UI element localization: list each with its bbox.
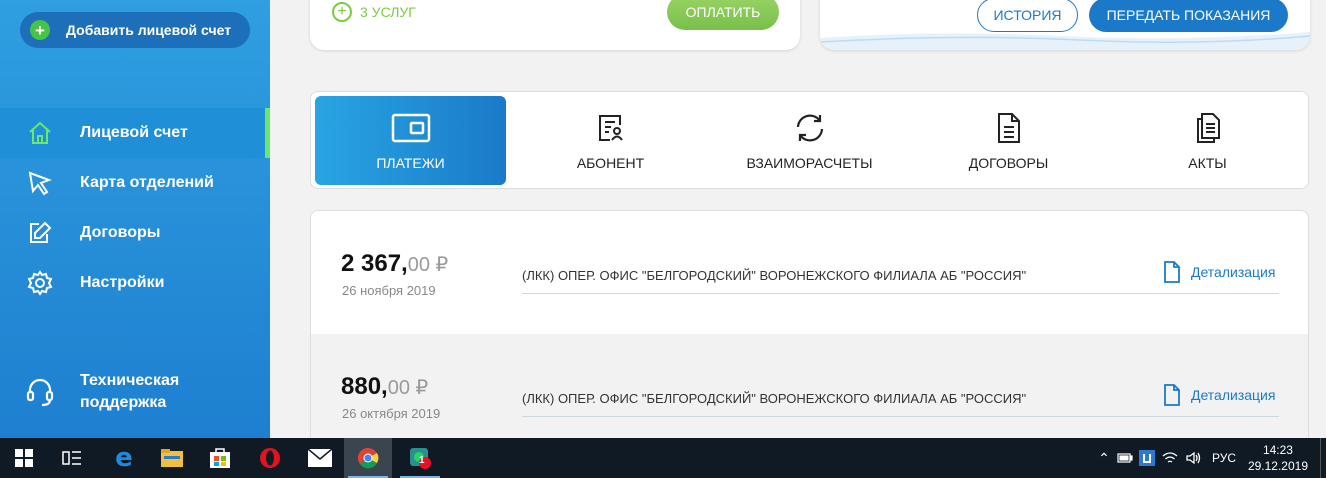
show-desktop[interactable] bbox=[1320, 438, 1326, 478]
submit-readings-button[interactable]: ПЕРЕДАТЬ ПОКАЗАНИЯ bbox=[1089, 0, 1288, 32]
tab-label: АКТЫ bbox=[1188, 155, 1227, 171]
sidebar: + Добавить лицевой счет Лицевой счет Кар… bbox=[0, 0, 270, 438]
plus-icon: + bbox=[30, 20, 50, 40]
mail-icon[interactable] bbox=[296, 438, 344, 478]
detail-link[interactable]: Детализация bbox=[1163, 261, 1275, 283]
tab-acts[interactable]: АКТЫ bbox=[1112, 96, 1303, 185]
payment-date: 26 октября 2019 bbox=[342, 406, 441, 421]
gear-icon bbox=[25, 268, 55, 298]
tab-label: ВЗАИМОРАСЧЕТЫ bbox=[746, 155, 873, 171]
tabs-bar: ПЛАТЕЖИ АБОНЕНТ ВЗАИМОРАСЧЕТЫ ДОГОВОРЫ А… bbox=[310, 91, 1309, 189]
document-icon bbox=[1164, 261, 1180, 283]
sidebar-item-map[interactable]: Карта отделений bbox=[0, 158, 270, 208]
sidebar-item-label: Настройки bbox=[80, 274, 165, 291]
task-view-icon[interactable] bbox=[48, 438, 96, 478]
tab-label: АБОНЕНТ bbox=[576, 155, 645, 171]
edge-icon[interactable]: e bbox=[100, 438, 148, 478]
divider bbox=[522, 416, 1279, 417]
home-icon bbox=[25, 118, 55, 148]
detail-label: Детализация bbox=[1191, 264, 1276, 280]
payment-row: 880,00 ₽ 26 октября 2019 (ЛКК) ОПЕР. ОФИ… bbox=[311, 334, 1308, 449]
document-icon bbox=[1164, 384, 1180, 406]
system-tray: ⌃ РУС bbox=[1094, 438, 1236, 478]
map-pin-icon bbox=[25, 168, 55, 198]
payment-payee: (ЛКК) ОПЕР. ОФИС "БЕЛГОРОДСКИЙ" ВОРОНЕЖС… bbox=[522, 391, 1027, 406]
chevron-up-icon[interactable]: ⌃ bbox=[1094, 450, 1114, 467]
opera-icon[interactable] bbox=[246, 438, 294, 478]
divider bbox=[522, 293, 1279, 294]
tab-settlements[interactable]: ВЗАИМОРАСЧЕТЫ bbox=[714, 96, 905, 185]
sidebar-item-account[interactable]: Лицевой счет bbox=[0, 108, 270, 158]
wifi-icon[interactable] bbox=[1158, 451, 1182, 465]
payment-row: 2 367,00 ₽ 26 ноября 2019 (ЛКК) ОПЕР. ОФ… bbox=[311, 211, 1308, 334]
amount-main: 2 367, bbox=[341, 250, 408, 277]
subscriber-icon bbox=[596, 111, 626, 145]
volume-icon[interactable] bbox=[1182, 451, 1206, 465]
add-account-button[interactable]: + Добавить лицевой счет bbox=[20, 12, 250, 48]
documents-icon bbox=[1194, 111, 1222, 145]
sidebar-item-label: Карта отделений bbox=[80, 174, 214, 191]
tab-label: ДОГОВОРЫ bbox=[968, 155, 1049, 171]
amount-cents: 00 ₽ bbox=[407, 254, 449, 276]
sidebar-item-label: Лицевой счет bbox=[80, 124, 188, 141]
pay-button[interactable]: ОПЛАТИТЬ bbox=[667, 0, 779, 30]
add-account-label: Добавить лицевой счет bbox=[66, 22, 232, 38]
support-label: Техническая поддержка bbox=[80, 372, 180, 411]
history-button[interactable]: ИСТОРИЯ bbox=[977, 0, 1078, 32]
headset-icon bbox=[25, 377, 55, 407]
notification-badge: 1 bbox=[419, 455, 425, 466]
payment-amount: 880,00 ₽ bbox=[341, 373, 428, 401]
battery-icon[interactable] bbox=[1114, 453, 1136, 463]
refresh-icon bbox=[793, 111, 827, 145]
clock-time: 14:23 bbox=[1262, 443, 1293, 457]
payments-list: 2 367,00 ₽ 26 ноября 2019 (ЛКК) ОПЕР. ОФ… bbox=[310, 210, 1309, 450]
services-card: + 3 УСЛУГ ОПЛАТИТЬ bbox=[310, 0, 800, 50]
whatsapp-icon[interactable]: 1 bbox=[396, 438, 444, 478]
readings-card: ИСТОРИЯ ПЕРЕДАТЬ ПОКАЗАНИЯ bbox=[820, 0, 1310, 50]
windows-start-icon[interactable] bbox=[0, 438, 48, 478]
wallet-icon bbox=[391, 111, 431, 145]
clock[interactable]: 14:23 29.12.2019 bbox=[1248, 442, 1308, 474]
payment-payee: (ЛКК) ОПЕР. ОФИС "БЕЛГОРОДСКИЙ" ВОРОНЕЖС… bbox=[522, 268, 1027, 283]
amount-main: 880, bbox=[341, 373, 388, 400]
sidebar-item-contracts[interactable]: Договоры bbox=[0, 208, 270, 258]
tab-label: ПЛАТЕЖИ bbox=[376, 155, 445, 171]
taskbar: e 1 ⌃ РУС 14:23 29.12.2019 bbox=[0, 438, 1326, 478]
tab-subscriber[interactable]: АБОНЕНТ bbox=[515, 96, 706, 185]
plus-circle-icon: + bbox=[332, 2, 352, 22]
payment-date: 26 ноября 2019 bbox=[342, 283, 436, 298]
edit-icon bbox=[25, 218, 55, 248]
tab-contracts[interactable]: ДОГОВОРЫ bbox=[913, 96, 1104, 185]
language-indicator[interactable]: РУС bbox=[1212, 451, 1236, 465]
detail-label: Детализация bbox=[1191, 387, 1276, 403]
detail-link[interactable]: Детализация bbox=[1163, 384, 1275, 406]
file-explorer-icon[interactable] bbox=[148, 438, 196, 478]
amount-cents: 00 ₽ bbox=[387, 377, 429, 399]
payment-amount: 2 367,00 ₽ bbox=[341, 250, 448, 278]
tab-payments[interactable]: ПЛАТЕЖИ bbox=[315, 96, 506, 185]
document-icon bbox=[995, 111, 1023, 145]
chrome-icon[interactable] bbox=[344, 438, 392, 478]
clock-date: 29.12.2019 bbox=[1247, 459, 1308, 473]
sidebar-item-settings[interactable]: Настройки bbox=[0, 258, 270, 308]
services-link[interactable]: + 3 УСЛУГ bbox=[332, 2, 416, 22]
store-icon[interactable] bbox=[196, 438, 244, 478]
services-label: 3 УСЛУГ bbox=[360, 4, 416, 20]
app-tray-icon[interactable] bbox=[1136, 450, 1158, 466]
sidebar-item-label: Договоры bbox=[80, 224, 161, 241]
support-link[interactable]: Техническая поддержка bbox=[25, 370, 210, 414]
